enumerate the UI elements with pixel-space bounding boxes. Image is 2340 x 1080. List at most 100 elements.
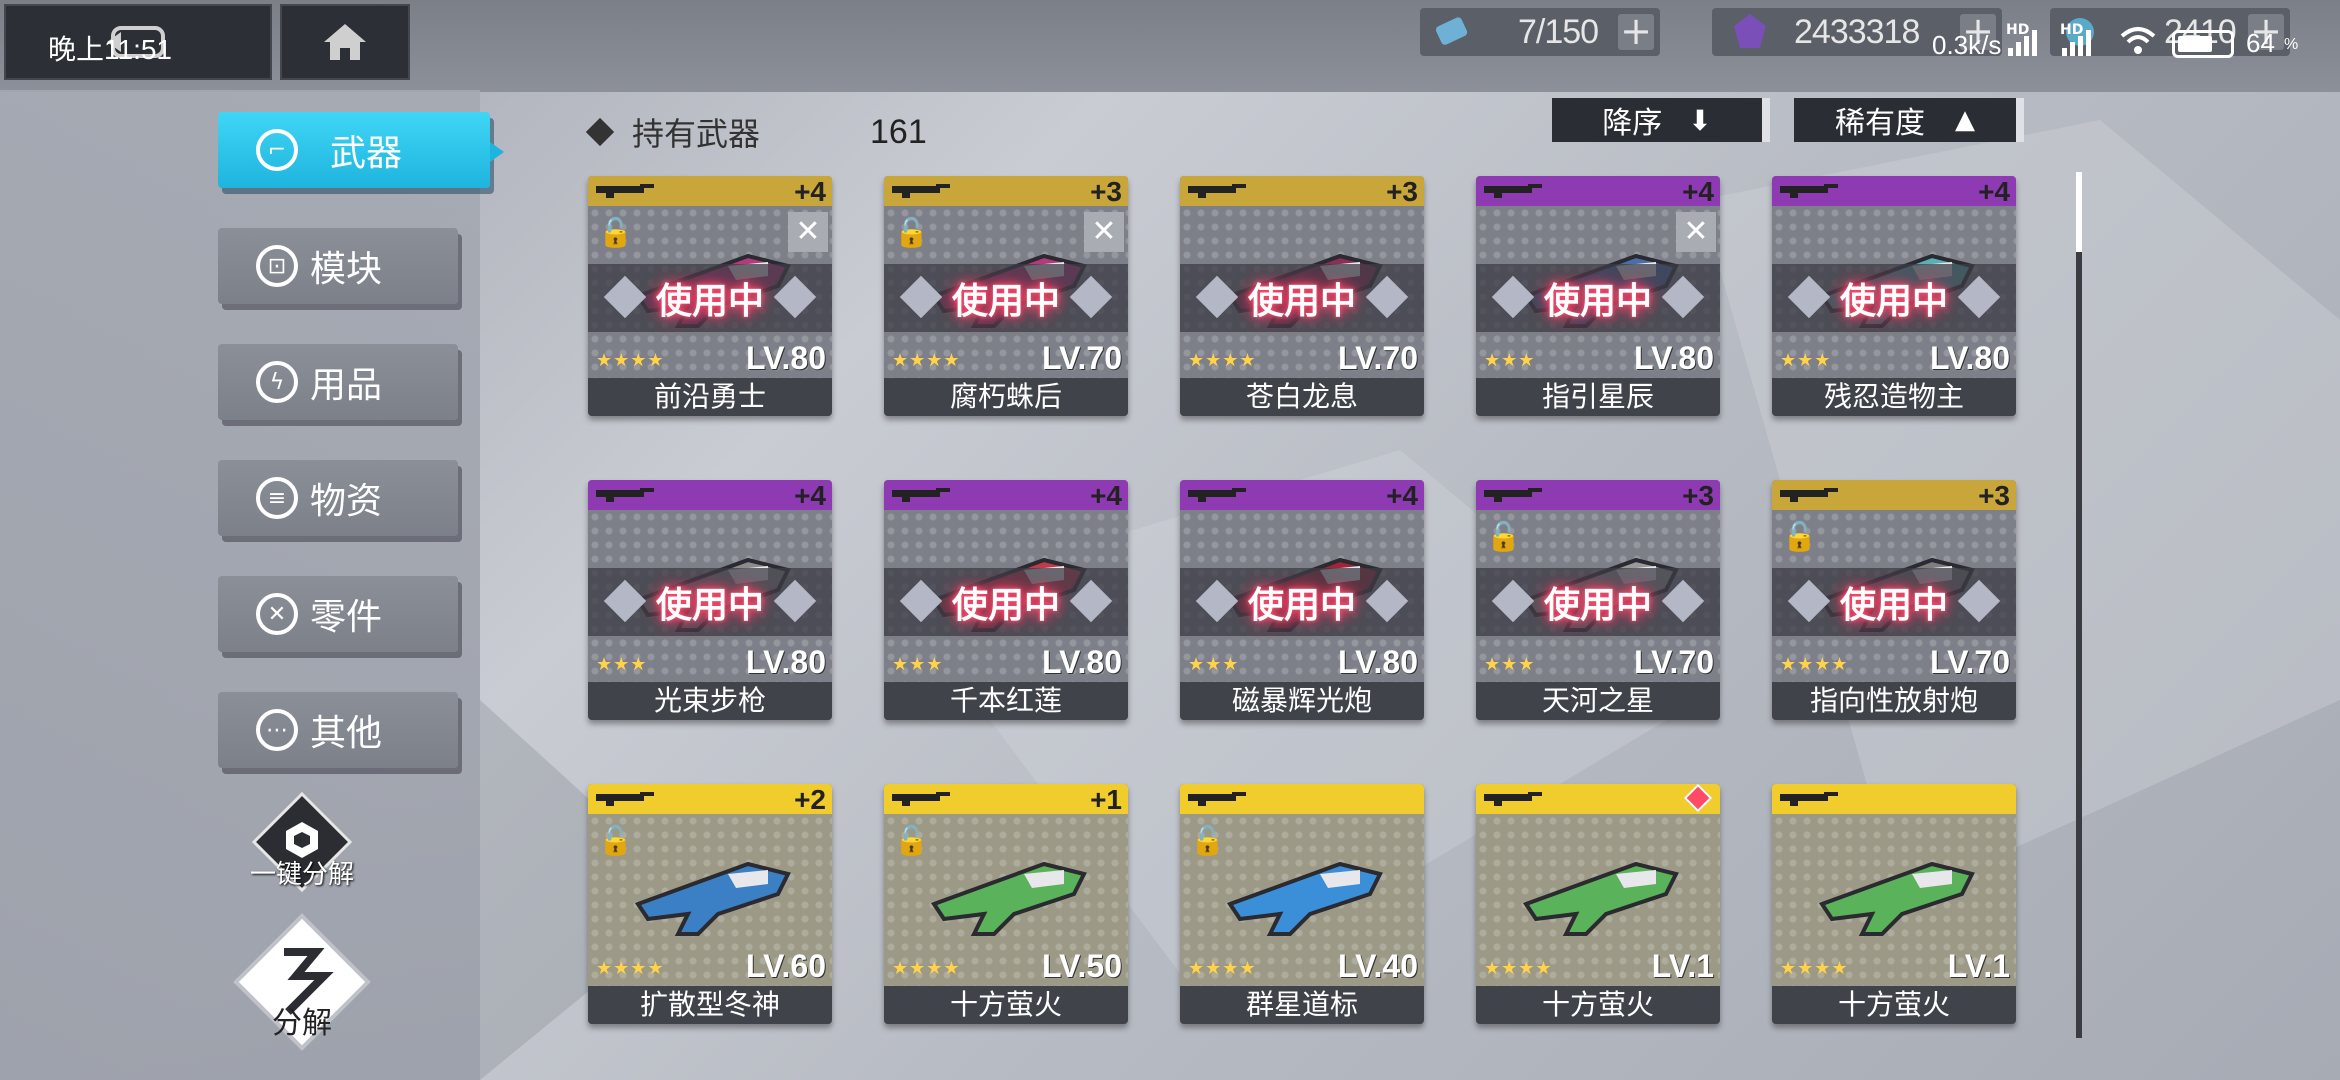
add-stamina-button[interactable]: + [1618,12,1654,50]
crystal-icon [1730,12,1770,52]
weapon-card[interactable]: +2 🔓 ★★★★ LV.60 扩散型冬神 [588,784,832,1024]
in-use-banner: 使用中 [884,568,1128,636]
sidebar-item-supplies[interactable]: ϟ 用品 [218,344,458,420]
weapon-level: LV.80 [1633,340,1714,376]
scrollbar-thumb[interactable] [2076,172,2082,252]
in-use-label: 使用中 [1543,281,1652,322]
sidebar-item-label: 物资 [310,481,383,522]
weapon-type-icon [1188,486,1248,502]
diamond-left-icon [1787,579,1831,623]
weapon-card[interactable]: +3 使用中 ★★★★ LV.70 苍白龙息 [1180,176,1424,416]
star-rating: ★★★ [1188,654,1240,675]
sidebar-item-label: 零件 [310,597,383,638]
sort-rarity-button[interactable]: 稀有度 ▲ [1794,98,2024,142]
diamond-left-icon [1195,275,1239,319]
weapon-card[interactable]: +4 使用中 ★★★ LV.80 磁暴辉光炮 [1180,480,1424,720]
diamond-right-icon [1069,275,1113,319]
diamond-left-icon [1195,579,1239,623]
sidebar-item-parts[interactable]: ✕ 零件 [218,576,458,652]
star-rating: ★★★★ [1188,958,1257,979]
in-use-label: 使用中 [951,585,1060,626]
lock-icon[interactable]: 🔓 [598,824,633,857]
sidebar-item-label: 模块 [310,249,383,290]
weapon-level: LV.80 [1041,644,1122,680]
weapon-card[interactable]: ★★★★ LV.1 十方萤火 [1476,784,1720,1024]
weapon-type-icon [1780,486,1840,502]
weapon-gun-icon [1812,844,1982,944]
weapon-name: 腐朽蛛后 [884,378,1128,416]
diamond-right-icon [1365,275,1409,319]
in-use-banner: 使用中 [1180,264,1424,332]
parts-icon: ✕ [256,593,298,635]
weapon-card[interactable]: +3 🔓 ✕ 使用中 ★★★★ LV.70 腐朽蛛后 [884,176,1128,416]
weapon-type-icon [892,486,952,502]
lock-icon[interactable]: 🔓 [1190,824,1225,857]
sort-order-button[interactable]: 降序 ⬇ [1552,98,1770,142]
in-use-label: 使用中 [1839,585,1948,626]
weapon-card[interactable]: +3 🔓 使用中 ★★★ LV.70 天河之星 [1476,480,1720,720]
in-use-banner: 使用中 [1772,568,2016,636]
diamond-left-icon [1787,275,1831,319]
lock-icon[interactable]: 🔓 [894,824,929,857]
weapon-type-icon [892,790,952,806]
supply-icon: ≡ [256,477,298,519]
weapon-card[interactable]: 🔓 ★★★★ LV.40 群星道标 [1180,784,1424,1024]
in-use-label: 使用中 [655,281,764,322]
diamond-left-icon [1491,579,1535,623]
weapon-card[interactable]: +4 使用中 ★★★ LV.80 光束步枪 [588,480,832,720]
page-title: 持有武器 [632,115,761,153]
scrollbar[interactable] [2076,172,2082,1038]
diamond-left-icon [899,275,943,319]
refine-level: +3 [1386,176,1418,207]
weapon-type-icon [1188,790,1248,806]
refine-level: +3 [1978,480,2010,511]
weapon-card[interactable]: ★★★★ LV.1 十方萤火 [1772,784,2016,1024]
weapon-card[interactable]: +4 使用中 ★★★ LV.80 千本红莲 [884,480,1128,720]
diamond-bullet-icon [585,117,615,147]
bulk-dismantle-button[interactable]: 一键分解 [250,790,354,894]
weapon-type-icon [1780,790,1840,806]
rarity-icon: ▲ [1955,105,1975,135]
in-use-banner: 使用中 [884,264,1128,332]
weapon-card[interactable]: +4 使用中 ★★★ LV.80 残忍造物主 [1772,176,2016,416]
arrow-down-icon: ⬇ [1688,103,1712,137]
weapon-card[interactable]: +1 🔓 ★★★★ LV.50 十方萤火 [884,784,1128,1024]
sidebar-item-weapons[interactable]: ⌐ 武器 [218,112,504,188]
wrench-icon: ✕ [1676,212,1716,252]
weapon-level: LV.1 [1947,948,2010,984]
diamond-right-icon [773,275,817,319]
weapon-level: LV.40 [1337,948,1418,984]
star-rating: ★★★★ [1780,654,1849,675]
weapon-card[interactable]: +4 🔓 ✕ 使用中 ★★★★ LV.80 前沿勇士 [588,176,832,416]
weapon-card[interactable]: +3 🔓 使用中 ★★★★ LV.70 指向性放射炮 [1772,480,2016,720]
in-use-label: 使用中 [1247,281,1356,322]
dismantle-button[interactable]: 分解 [232,912,372,1052]
weapon-type-icon [1188,182,1248,198]
star-rating: ★★★★ [596,958,665,979]
weapon-name: 扩散型冬神 [588,986,832,1024]
sidebar-item-modules[interactable]: ⊡ 模块 [218,228,458,304]
lock-icon[interactable]: 🔓 [894,216,929,249]
star-rating: ★★★ [596,654,648,675]
sidebar-item-other[interactable]: ⋯ 其他 [218,692,458,768]
lock-icon[interactable]: 🔓 [1486,520,1521,553]
sidebar-item-materials[interactable]: ≡ 物资 [218,460,458,536]
home-button[interactable] [280,4,410,80]
weapon-gun-icon [1516,844,1686,944]
weapon-gun-icon [628,844,798,944]
wifi-icon [2118,24,2158,56]
weapon-name: 苍白龙息 [1180,378,1424,416]
net-speed: 0.3k/s [1932,30,2002,60]
weapons-header: 持有武器 161 [585,112,927,153]
weapon-type-icon [596,182,656,198]
weapon-card[interactable]: +4 ✕ 使用中 ★★★ LV.80 指引星辰 [1476,176,1720,416]
bolt-icon: ϟ [256,361,298,403]
lock-icon[interactable]: 🔓 [598,216,633,249]
diamond-right-icon [1957,579,2001,623]
refine-level: +3 [1090,176,1122,207]
refine-level: +3 [1682,480,1714,511]
refine-level: +4 [1386,480,1418,511]
weapon-level: LV.70 [1337,340,1418,376]
weapon-type-icon [596,486,656,502]
lock-icon[interactable]: 🔓 [1782,520,1817,553]
